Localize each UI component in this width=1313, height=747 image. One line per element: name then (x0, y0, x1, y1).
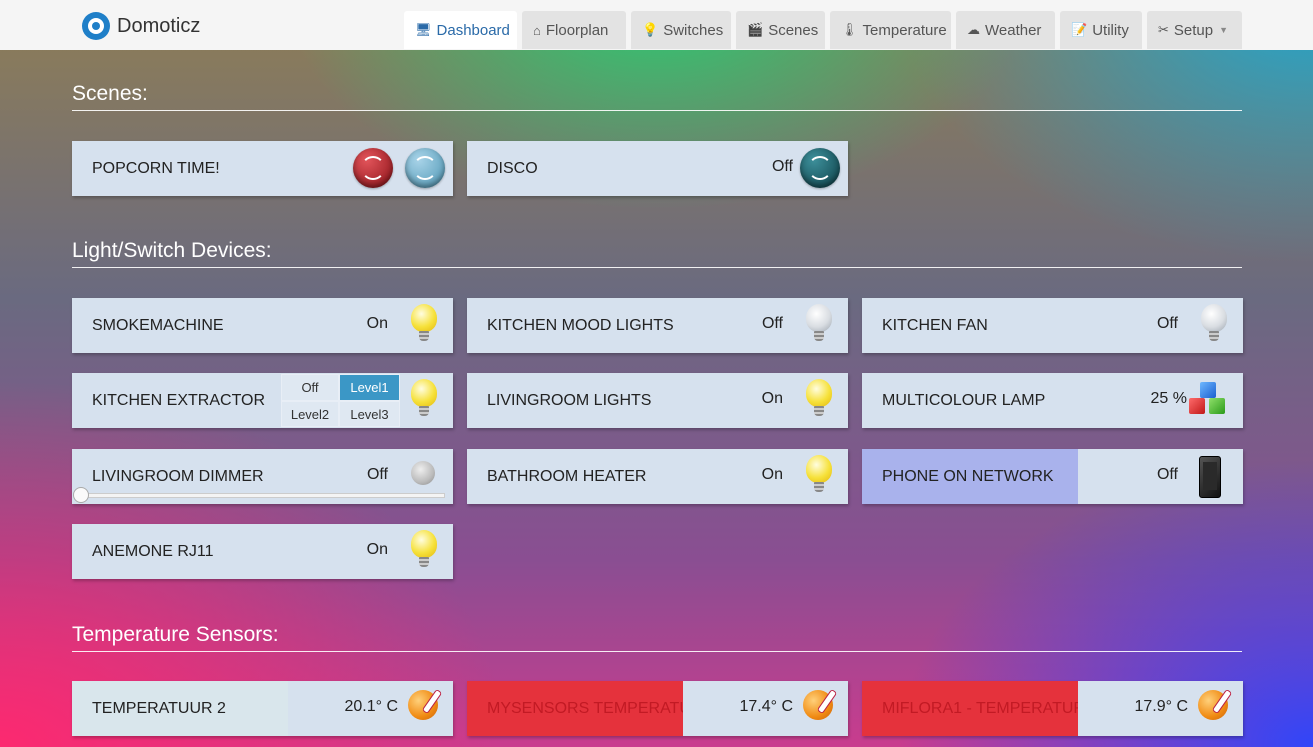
tab-utility[interactable]: 📝 Utility (1060, 11, 1142, 49)
device-name: BATHROOM HEATER (487, 468, 647, 485)
device-status: On (366, 315, 388, 332)
scene-off-button[interactable] (353, 148, 393, 188)
device-name: SMOKEMACHINE (92, 317, 224, 334)
device-card-phone-on-network: PHONE ON NETWORK Off (862, 449, 1243, 504)
top-navbar: Domoticz 🖥 Dashboard ⌂ Floorplan 💡 Switc… (0, 0, 1313, 50)
rgb-cubes-icon[interactable] (1189, 382, 1227, 418)
device-status: Off (761, 315, 783, 332)
tab-floorplan[interactable]: ⌂ Floorplan (522, 11, 626, 49)
section-title-lights: Light/Switch Devices: (72, 239, 1242, 268)
tab-switches[interactable]: 💡 Switches (631, 11, 731, 49)
monitor-icon: 🖥 (415, 22, 432, 37)
device-card-smokemachine: SMOKEMACHINE On (72, 298, 453, 353)
brand[interactable]: Domoticz (82, 12, 200, 40)
device-name: MULTICOLOUR LAMP (882, 392, 1046, 409)
section-title-scenes: Scenes: (72, 82, 1242, 111)
temp-card-temperatuur-2: TEMPERATUUR 2 20.1° C (72, 681, 453, 736)
level-button-level1[interactable]: Level1 (339, 374, 400, 401)
scene-on-button[interactable] (405, 148, 445, 188)
sensor-name: TEMPERATUUR 2 (92, 700, 226, 717)
device-name: KITCHEN MOOD LIGHTS (487, 317, 674, 334)
smartphone-icon (1199, 456, 1221, 498)
device-name: LIVINGROOM LIGHTS (487, 392, 652, 409)
lightbulb-on-icon[interactable] (411, 530, 437, 572)
tab-scenes[interactable]: 🎬 Scenes (736, 11, 825, 49)
sensor-value: 17.4° C (739, 698, 793, 715)
level-button-level3[interactable]: Level3 (339, 401, 400, 427)
device-status: 25 % (1150, 390, 1187, 407)
lightbulb-icon: 💡 (642, 22, 659, 37)
lightbulb-on-icon[interactable] (411, 379, 437, 421)
thermometer-icon[interactable] (408, 690, 438, 720)
device-card-anemone-rj11: ANEMONE RJ11 On (72, 524, 453, 579)
notepad-icon: 📝 (1071, 22, 1088, 37)
sensor-name: MIFLORA1 - TEMPERATUR (882, 700, 1078, 717)
sensor-name: MYSENSORS TEMPERATU (487, 700, 683, 717)
scene-card-popcorn-time: POPCORN TIME! (72, 141, 453, 196)
temp-card-miflora1: MIFLORA1 - TEMPERATUR 17.9° C (862, 681, 1243, 736)
level-selector: Off Level1 Level2 Level3 (281, 374, 400, 427)
tab-weather[interactable]: ☁ Weather (956, 11, 1055, 49)
scene-name: DISCO (487, 160, 538, 177)
device-status: On (761, 466, 783, 483)
floorplan-icon: ⌂ (533, 22, 541, 38)
cloud-icon: ☁ (967, 22, 980, 37)
device-card-bathroom-heater: BATHROOM HEATER On (467, 449, 848, 504)
lightbulb-on-icon[interactable] (806, 379, 832, 421)
device-status: Off (1156, 315, 1178, 332)
device-name: ANEMONE RJ11 (92, 543, 214, 560)
scene-name: POPCORN TIME! (92, 160, 220, 177)
scene-card-disco: DISCO Off (467, 141, 848, 196)
section-title-temperature: Temperature Sensors: (72, 623, 1242, 652)
level-button-off[interactable]: Off (281, 374, 339, 401)
domoticz-logo-icon (82, 12, 110, 40)
device-status: Off (1156, 466, 1178, 483)
level-button-level2[interactable]: Level2 (281, 401, 339, 427)
tab-setup[interactable]: ✂ Setup ▼ (1147, 11, 1242, 49)
tools-icon: ✂ (1158, 22, 1169, 37)
device-card-kitchen-extractor: KITCHEN EXTRACTOR Off Level1 Level2 Leve… (72, 373, 453, 428)
tab-dashboard[interactable]: 🖥 Dashboard (404, 11, 517, 49)
device-name: KITCHEN EXTRACTOR (92, 392, 266, 409)
brand-name: Domoticz (117, 14, 201, 37)
dimmer-bulb-icon[interactable] (411, 455, 437, 497)
device-name: KITCHEN FAN (882, 317, 988, 334)
lightbulb-off-icon[interactable] (1201, 304, 1227, 346)
device-card-livingroom-lights: LIVINGROOM LIGHTS On (467, 373, 848, 428)
temp-card-mysensors: MYSENSORS TEMPERATU 17.4° C (467, 681, 848, 736)
thermometer-icon[interactable] (1198, 690, 1228, 720)
device-card-kitchen-fan: KITCHEN FAN Off (862, 298, 1243, 353)
device-status: On (366, 541, 388, 558)
device-card-multicolour-lamp: MULTICOLOUR LAMP 25 % (862, 373, 1243, 428)
thermometer-icon[interactable] (803, 690, 833, 720)
scene-toggle-button[interactable] (800, 148, 840, 188)
device-status: On (761, 390, 783, 407)
device-card-livingroom-dimmer: LIVINGROOM DIMMER Off (72, 449, 453, 504)
nav-tabs: 🖥 Dashboard ⌂ Floorplan 💡 Switches 🎬 Sce… (404, 11, 1247, 49)
scene-status: Off (771, 158, 793, 175)
sensor-value: 17.9° C (1134, 698, 1188, 715)
tab-temperature[interactable]: 🌡 Temperature (830, 11, 951, 49)
thermometer-icon: 🌡 (841, 22, 858, 37)
lightbulb-on-icon[interactable] (411, 304, 437, 346)
lightbulb-on-icon[interactable] (806, 455, 832, 497)
slider-handle[interactable] (73, 487, 89, 503)
lightbulb-off-icon[interactable] (806, 304, 832, 346)
sensor-value: 20.1° C (344, 698, 398, 715)
device-card-kitchen-mood-lights: KITCHEN MOOD LIGHTS Off (467, 298, 848, 353)
device-name: LIVINGROOM DIMMER (92, 468, 264, 485)
clapperboard-icon: 🎬 (747, 22, 764, 37)
chevron-down-icon: ▼ (1219, 25, 1229, 35)
device-name: PHONE ON NETWORK (882, 468, 1054, 485)
